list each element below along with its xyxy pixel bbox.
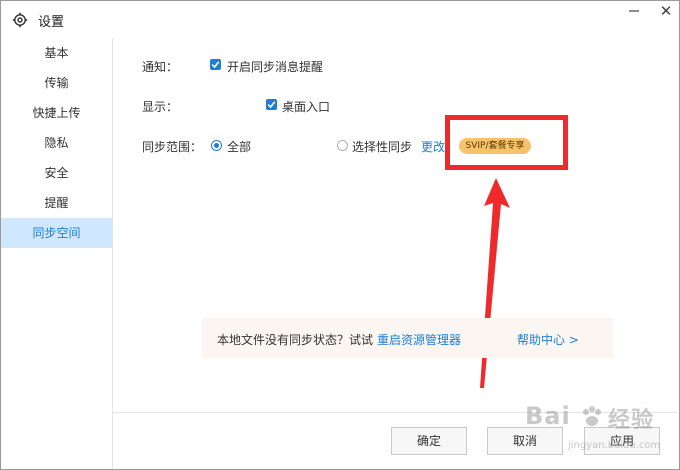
tip-text: 本地文件没有同步状态？试试 [217, 333, 374, 347]
paw-icon [583, 406, 601, 426]
ok-button[interactable]: 确定 [391, 427, 467, 455]
restart-explorer-link[interactable]: 重启资源管理器 [377, 331, 461, 348]
watermark-url: jingyan.baidu.com [568, 440, 661, 451]
watermark-brand-cn: 经验 [608, 408, 655, 433]
help-center-link[interactable]: 帮助中心 > [517, 331, 579, 348]
watermark-brand: Bai [525, 402, 571, 430]
sync-status-tip: 本地文件没有同步状态？试试 重启资源管理器 帮助中心 > [202, 318, 613, 358]
watermark-logo: Bai 经验 jingyan.baidu.com [520, 400, 670, 460]
